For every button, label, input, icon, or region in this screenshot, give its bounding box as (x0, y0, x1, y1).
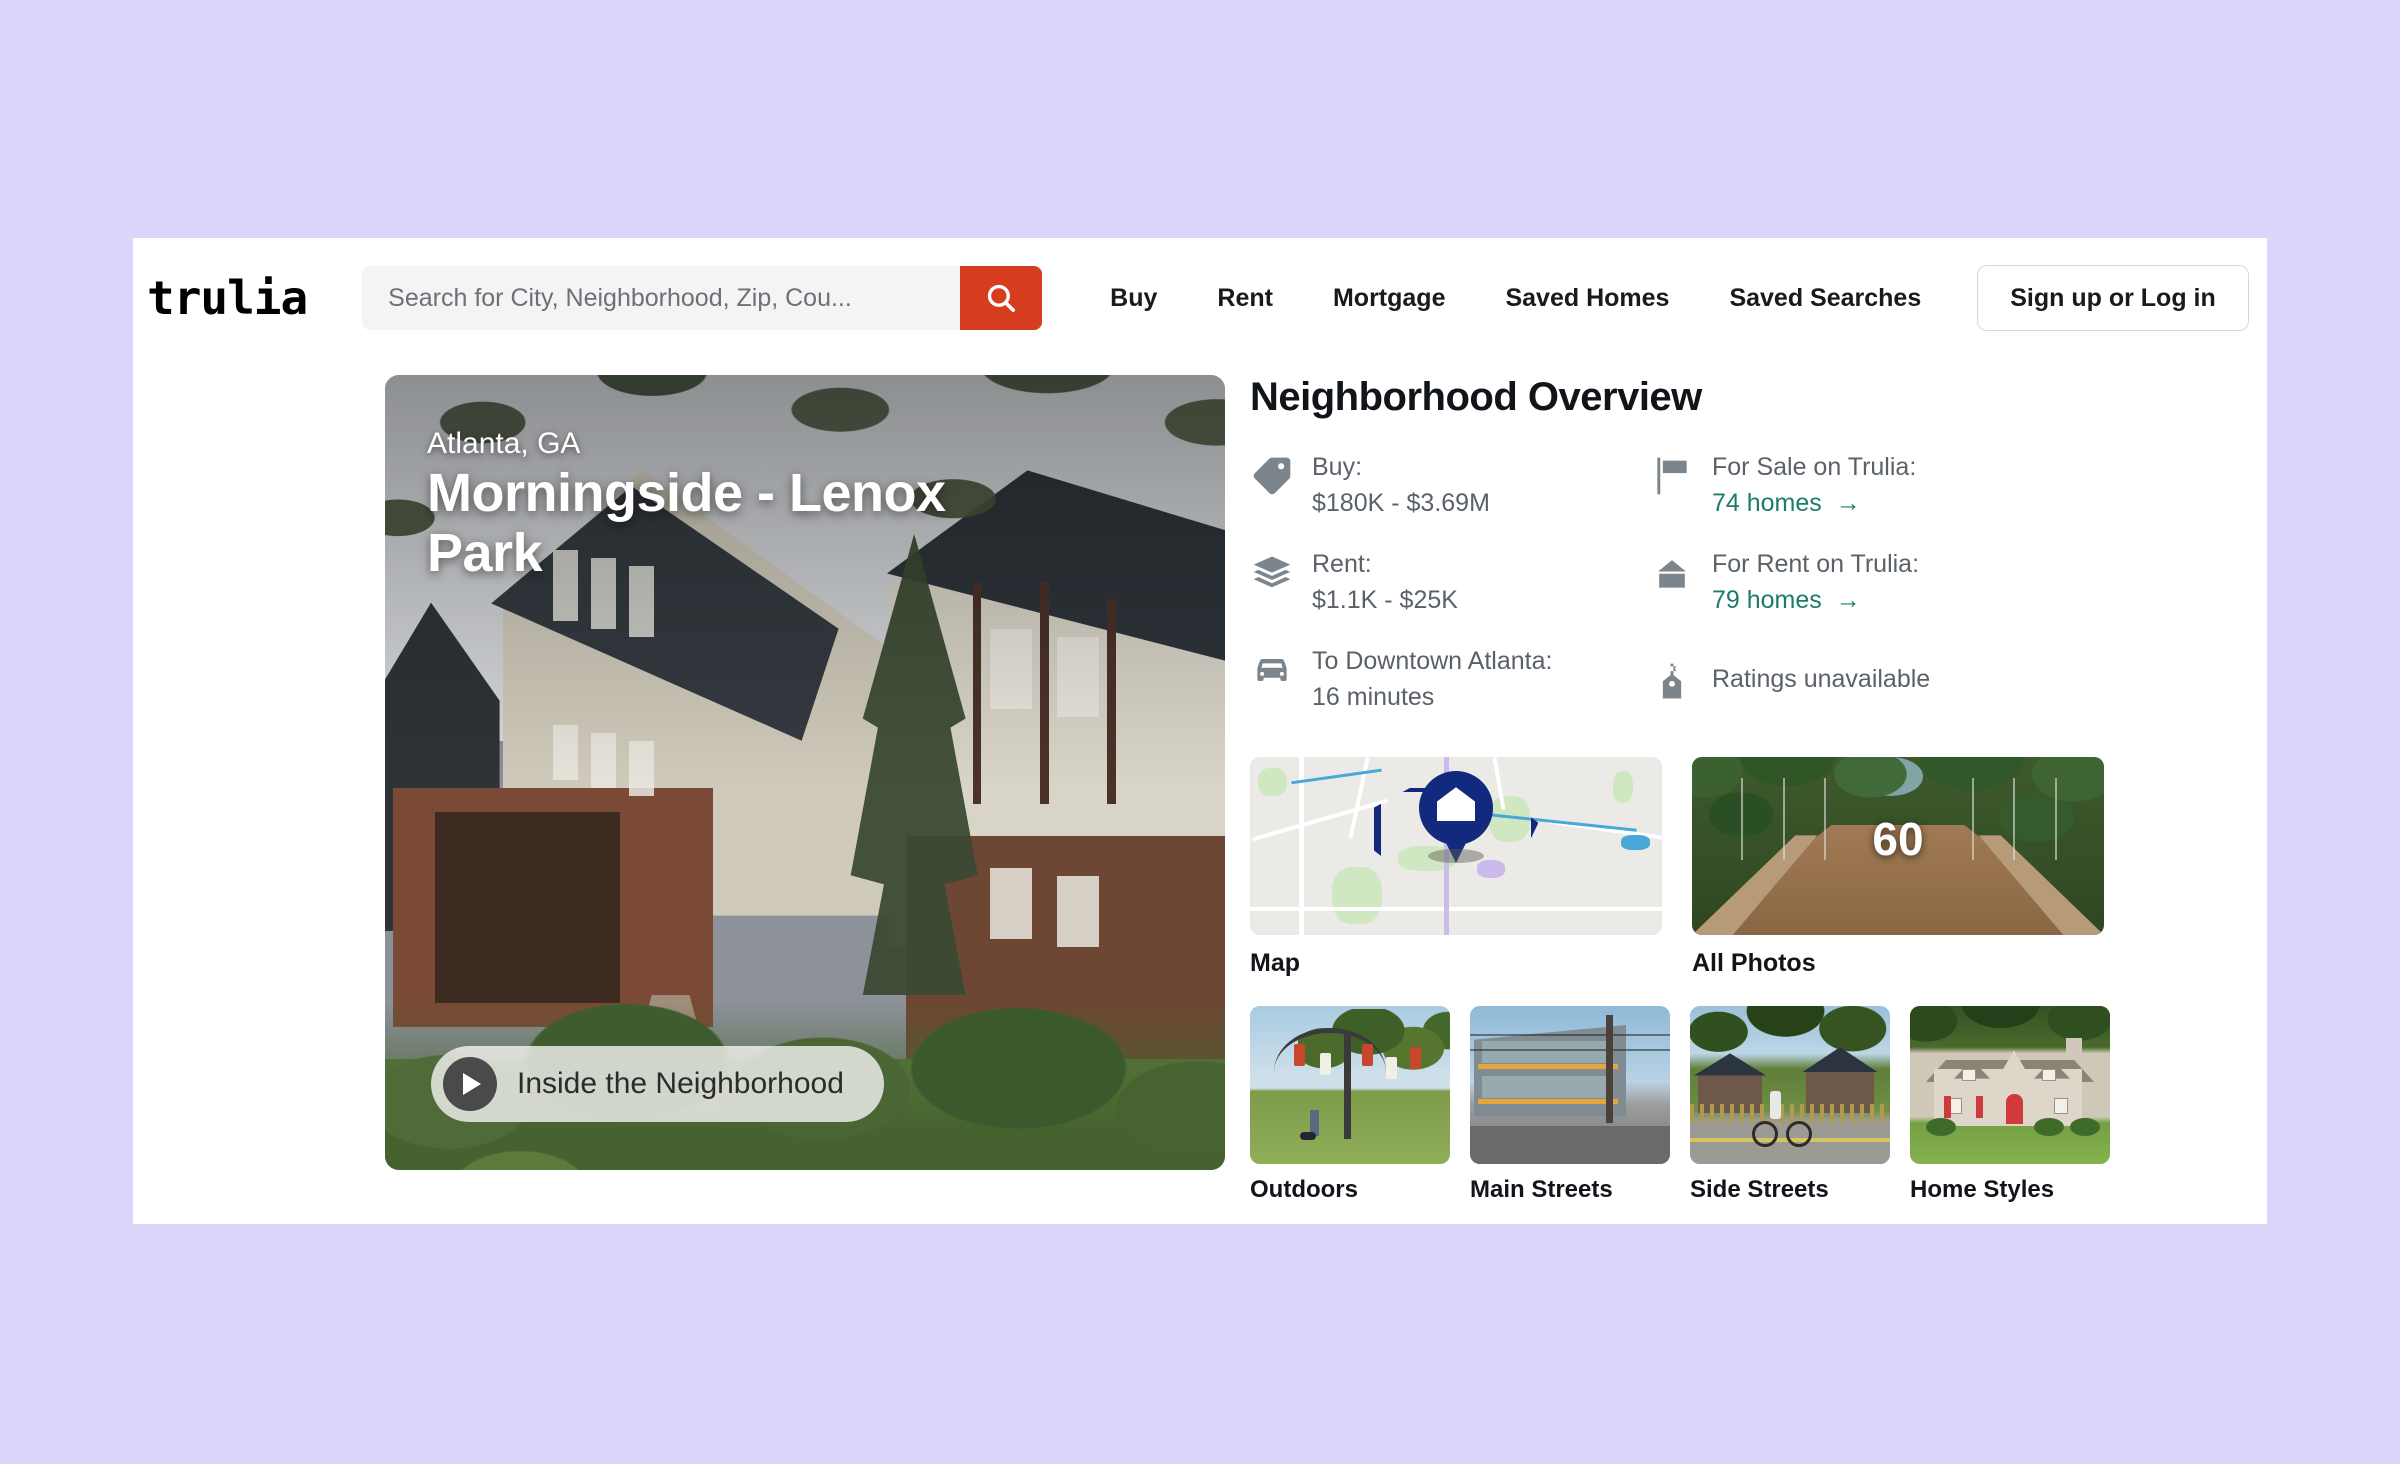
search-button[interactable] (960, 266, 1043, 330)
stat-commute: To Downtown Atlanta: 16 minutes (1250, 644, 1650, 715)
money-stack-icon (1250, 551, 1294, 595)
page-card: trulia Buy Rent Mortgage Saved Homes Sav… (133, 238, 2267, 1224)
stat-buy: Buy: $180K - $3.69M (1250, 450, 1650, 521)
for-rent-homes-link[interactable]: 79 homes → (1712, 583, 1919, 619)
stat-for-rent: For Rent on Trulia: 79 homes → (1650, 547, 2210, 618)
video-button-label: Inside the Neighborhood (517, 1067, 844, 1100)
category-thumbnails: Outdoors Main Streets Side Streets Home … (1250, 1006, 2210, 1204)
main-nav: Buy Rent Mortgage Saved Homes Saved Sear… (1080, 265, 2249, 331)
inside-the-neighborhood-button[interactable]: Inside the Neighborhood (431, 1046, 884, 1122)
for-sale-homes-link[interactable]: 74 homes → (1712, 486, 1916, 522)
map-thumbnail (1250, 757, 1662, 935)
site-header: trulia Buy Rent Mortgage Saved Homes Sav… (133, 238, 2267, 358)
school-icon (1650, 660, 1694, 704)
search-input[interactable] (362, 266, 961, 330)
flag-icon (1650, 454, 1694, 498)
neighborhood-overview-panel: Neighborhood Overview Buy: $180K - $3.69… (1250, 375, 2210, 1204)
page-title: Neighborhood Overview (1250, 375, 1702, 419)
for-rent-icon (1650, 551, 1694, 595)
car-icon (1250, 648, 1294, 692)
home-styles-image (1910, 1006, 2110, 1164)
trulia-logo[interactable]: trulia (147, 271, 308, 325)
stat-for-sale-label: For Sale on Trulia: (1712, 453, 1917, 481)
outdoors-caption: Outdoors (1250, 1176, 1358, 1203)
hero-city-label: Atlanta, GA (427, 427, 581, 460)
outdoors-image (1250, 1006, 1450, 1164)
for-rent-homes-count: 79 homes (1712, 585, 1822, 614)
stat-commute-value: 16 minutes (1312, 682, 1435, 711)
thumbnail-home-styles[interactable]: Home Styles (1910, 1006, 2110, 1204)
play-icon (443, 1057, 497, 1111)
stat-rent: Rent: $1.1K - $25K (1250, 547, 1650, 618)
map-tile-caption: Map (1250, 949, 1300, 977)
nav-item-buy[interactable]: Buy (1080, 284, 1187, 313)
thumbnail-outdoors[interactable]: Outdoors (1250, 1006, 1450, 1204)
ratings-label: Ratings unavailable (1712, 664, 1931, 693)
arrow-right-icon: → (1835, 488, 1861, 517)
main-streets-caption: Main Streets (1470, 1176, 1613, 1203)
signup-login-button[interactable]: Sign up or Log in (1977, 265, 2249, 331)
stat-rent-value: $1.1K - $25K (1312, 585, 1458, 614)
stat-rent-label: Rent: (1312, 550, 1372, 578)
home-styles-caption: Home Styles (1910, 1176, 2055, 1203)
nav-item-saved-homes[interactable]: Saved Homes (1475, 284, 1699, 313)
nav-item-rent[interactable]: Rent (1187, 284, 1303, 313)
side-streets-caption: Side Streets (1690, 1176, 1829, 1203)
arrow-right-icon: → (1835, 585, 1861, 614)
search-bar (362, 266, 1043, 330)
price-tag-icon (1250, 454, 1294, 498)
main-streets-image (1470, 1006, 1670, 1164)
stat-buy-value: $180K - $3.69M (1312, 488, 1490, 517)
stat-ratings: Ratings unavailable (1650, 644, 2210, 715)
nav-item-saved-searches[interactable]: Saved Searches (1699, 284, 1951, 313)
photo-count-badge: 60 (1872, 812, 1924, 865)
thumbnail-side-streets[interactable]: Side Streets (1690, 1006, 1890, 1204)
stat-commute-label: To Downtown Atlanta: (1312, 647, 1553, 675)
all-photos-tile[interactable]: 60 All Photos (1692, 757, 2104, 978)
overview-stats-grid: Buy: $180K - $3.69M For Sale on Trulia: … (1250, 450, 2210, 715)
side-streets-image (1690, 1006, 1890, 1164)
thumbnail-main-streets[interactable]: Main Streets (1470, 1006, 1670, 1204)
for-sale-homes-count: 74 homes (1712, 488, 1822, 517)
map-tile[interactable]: Map (1250, 757, 1662, 978)
hero-neighborhood-image[interactable]: Atlanta, GA Morningside - Lenox Park Ins… (385, 375, 1225, 1170)
search-icon (987, 284, 1016, 313)
stat-buy-label: Buy: (1312, 453, 1363, 481)
nav-item-mortgage[interactable]: Mortgage (1303, 284, 1476, 313)
media-tiles-top: Map 60 All Photos (1250, 757, 2210, 978)
all-photos-thumbnail: 60 (1692, 757, 2104, 935)
hero-neighborhood-title: Morningside - Lenox Park (427, 463, 946, 584)
all-photos-caption: All Photos (1692, 949, 1816, 977)
stat-for-sale: For Sale on Trulia: 74 homes → (1650, 450, 2210, 521)
stat-for-rent-label: For Rent on Trulia: (1712, 550, 1920, 578)
